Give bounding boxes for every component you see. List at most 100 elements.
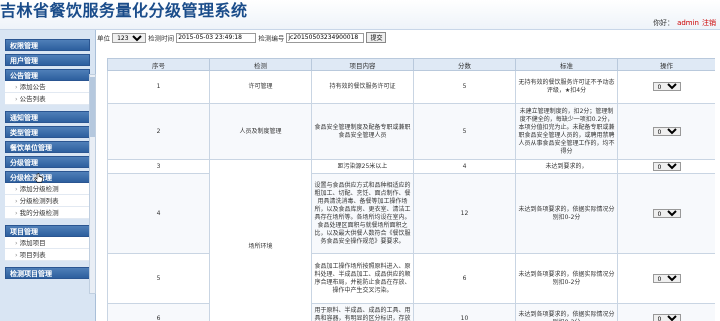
cell-standard: 未建立管理制度的，扣2分；管理制度不健全的，每缺少一项扣0.2分，本项分值扣完为… — [515, 103, 618, 160]
app-header: 吉林省餐饮服务量化分级管理系统 你好： admin 注销 — [0, 0, 720, 30]
username[interactable]: admin — [677, 19, 699, 27]
sidebar-item-project-list[interactable]: › 项目列表 — [5, 249, 90, 261]
filter-bar: 单位 123 检测时间 检测编号 提交 — [97, 32, 387, 44]
inspection-code-input[interactable] — [286, 32, 365, 43]
column-header-check: 检测 — [209, 58, 312, 71]
cell-operation: 0 — [617, 253, 715, 304]
column-header-content: 项目内容 — [311, 58, 414, 71]
sidebar-item-my-grade-inspection[interactable]: › 我的分级检测 — [5, 207, 90, 219]
cell-score: 5 — [413, 70, 516, 104]
score-deduction-select[interactable]: 0 — [652, 313, 681, 321]
table-row: 5 食品加工操作场所按照原料进入、原料处理、半成品加工、成品供应的顺序合理布局，… — [107, 253, 715, 304]
bullet-icon: › — [15, 251, 18, 259]
cell-no: 5 — [107, 253, 210, 304]
sidebar-section-notices[interactable]: 通知管理 — [5, 111, 90, 123]
bullet-icon: › — [15, 83, 18, 91]
cell-no: 4 — [107, 173, 210, 254]
sidebar-item-label: 我的分级检测 — [19, 209, 59, 217]
user-bar: 你好： admin 注销 — [653, 18, 716, 28]
unit-select[interactable]: 123 — [112, 32, 147, 43]
cell-no: 6 — [107, 303, 210, 321]
submit-button[interactable]: 提交 — [366, 32, 387, 43]
inspection-table-wrapper: 序号 检测 项目内容 分数 标准 操作 1 许可管理 持有效的餐饮服务许可证 5… — [107, 58, 715, 321]
inspection-time-input[interactable] — [176, 32, 257, 43]
greeting-label: 你好： — [653, 19, 675, 27]
scrollbar-thumb[interactable] — [90, 77, 95, 137]
cell-content: 食品安全管理制度及配备专职或兼职食品安全管理人员 — [311, 103, 414, 160]
cell-score: 10 — [413, 303, 516, 321]
score-deduction-select[interactable]: 0 — [652, 208, 681, 218]
table-row: 6 用于原料、半成品、成品的工具、用具和容器，有明显的区分标识，存放区域分开设置… — [107, 303, 715, 321]
score-deduction-select[interactable]: 0 — [652, 82, 681, 91]
cell-operation: 0 — [617, 70, 715, 104]
score-deduction-select[interactable]: 0 — [652, 126, 681, 136]
app-title: 吉林省餐饮服务量化分级管理系统 — [0, 1, 248, 20]
cell-operation: 0 — [617, 159, 715, 174]
cell-content: 距污染源25米以上 — [311, 159, 414, 174]
sidebar-item-label: 添加公告 — [19, 83, 46, 91]
column-header-standard: 标准 — [515, 58, 618, 71]
sidebar-section-projects[interactable]: 项目管理 — [5, 225, 90, 237]
cell-score: 12 — [413, 173, 516, 254]
table-row: 3 场所环境 距污染源25米以上 4 未达到要求的， 0 — [107, 159, 715, 321]
cell-no: 3 — [107, 159, 210, 174]
sidebar-section-users[interactable]: 用户管理 — [5, 54, 90, 66]
column-header-operation: 操作 — [617, 58, 715, 71]
table-row: 1 许可管理 持有效的餐饮服务许可证 5 无持有效的餐饮服务许可证不予动态评级，… — [107, 70, 715, 104]
cell-content: 用于原料、半成品、成品的工具、用具和容器，有明显的区分标识，存放区域分开设置。 — [311, 303, 414, 321]
cell-standard: 未达到各项要求的，依据实际情况分别扣0-2分 — [515, 253, 618, 304]
cell-content: 持有效的餐饮服务许可证 — [311, 70, 414, 104]
score-deduction-select[interactable]: 0 — [652, 273, 681, 283]
sidebar-section-grade-inspection[interactable]: 分级检测管理 — [5, 171, 90, 183]
sidebar-section-grading[interactable]: 分级管理 — [5, 156, 90, 168]
cell-score: 5 — [413, 103, 516, 160]
column-header-score: 分数 — [413, 58, 516, 71]
cell-check: 许可管理 — [209, 70, 312, 104]
sidebar-section-label: 分级检测管理 — [10, 174, 52, 182]
sidebar-item-add-announcement[interactable]: › 添加公告 — [5, 81, 90, 93]
cell-check: 人员及制度管理 — [209, 103, 312, 160]
cell-content: 设置与食品供应方式和品种相适应的粗加工、切配、烹饪、面点制作、餐用具清洗消毒、备… — [311, 173, 414, 254]
main-content: 单位 123 检测时间 检测编号 提交 序号 检测 项目内容 分数 标准 操作 — [97, 30, 720, 321]
sidebar-item-grade-inspection-list[interactable]: › 分级检测列表 — [5, 195, 90, 207]
table-header-row: 序号 检测 项目内容 分数 标准 操作 — [107, 58, 715, 71]
cell-score: 6 — [413, 253, 516, 304]
logout-link[interactable]: 注销 — [702, 19, 716, 27]
sidebar-section-types[interactable]: 类型管理 — [5, 126, 90, 138]
table-row: 4 设置与食品供应方式和品种相适应的粗加工、切配、烹饪、面点制作、餐用具清洗消毒… — [107, 173, 715, 254]
cell-no: 2 — [107, 103, 210, 160]
sidebar-item-label: 添加分级检测 — [19, 185, 59, 193]
cell-standard: 未达到要求的， — [515, 159, 618, 174]
sidebar-section-restaurants[interactable]: 餐饮单位管理 — [5, 141, 90, 153]
sidebar-item-add-project[interactable]: › 添加项目 — [5, 237, 90, 249]
cell-standard: 未达到各项要求的，依据实际情况分别扣0-2分 — [515, 303, 618, 321]
time-label: 检测时间 — [148, 34, 175, 43]
hand-cursor-icon — [34, 173, 43, 183]
sidebar-item-announcement-list[interactable]: › 公告列表 — [5, 93, 90, 105]
sidebar-item-label: 添加项目 — [19, 239, 46, 247]
inspection-table: 序号 检测 项目内容 分数 标准 操作 1 许可管理 持有效的餐饮服务许可证 5… — [107, 58, 715, 321]
sidebar-item-label: 分级检测列表 — [19, 197, 59, 205]
cell-content: 食品加工操作场所按照原料进入、原料处理、半成品加工、成品供应的顺序合理布局，并能… — [311, 253, 414, 304]
bullet-icon: › — [15, 197, 18, 205]
sidebar-section-inspection-projects[interactable]: 检测项目管理 — [5, 267, 90, 279]
sidebar-item-add-grade-inspection[interactable]: › 添加分级检测 — [5, 183, 90, 195]
column-header-no: 序号 — [107, 58, 210, 71]
table-row: 2 人员及制度管理 食品安全管理制度及配备专职或兼职食品安全管理人员 5 未建立… — [107, 103, 715, 160]
cell-operation: 0 — [617, 173, 715, 254]
sidebar-section-announcements[interactable]: 公告管理 — [5, 69, 90, 81]
bullet-icon: › — [15, 239, 18, 247]
cell-no: 1 — [107, 70, 210, 104]
score-deduction-select[interactable]: 0 — [652, 161, 681, 171]
cell-operation: 0 — [617, 103, 715, 160]
bullet-icon: › — [15, 95, 18, 103]
sidebar-section-permission[interactable]: 权限管理 — [5, 39, 90, 51]
bullet-icon: › — [15, 185, 18, 193]
unit-label: 单位 — [97, 34, 110, 43]
sidebar-item-label: 项目列表 — [19, 251, 46, 259]
sidebar-scrollbar[interactable] — [89, 74, 96, 294]
cell-standard: 无持有效的餐饮服务许可证不予动态评级，★扣4分 — [515, 70, 618, 104]
sidebar-item-label: 公告列表 — [19, 95, 46, 103]
cell-standard: 未达到各项要求的，依据实际情况分别扣0-2分 — [515, 173, 618, 254]
bullet-icon: › — [15, 209, 18, 217]
